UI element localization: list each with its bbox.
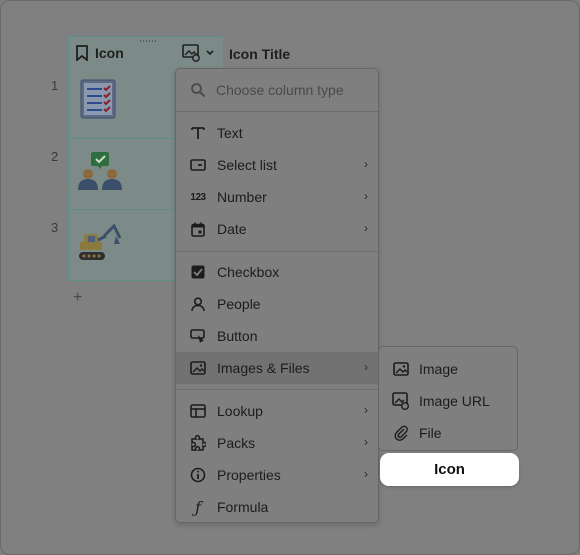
menu-item-label: Images & Files <box>217 360 310 376</box>
menu-item-label: Properties <box>217 467 281 483</box>
text-icon <box>189 124 207 142</box>
person-icon <box>189 295 207 313</box>
info-icon <box>189 466 207 484</box>
menu-item-label: Number <box>217 189 267 205</box>
number-icon: 123 <box>190 191 206 203</box>
menu-item-checkbox[interactable]: Checkbox <box>176 256 378 288</box>
bookmark-icon <box>75 44 89 61</box>
chevron-right-icon: › <box>364 360 368 374</box>
submenu-item-label: Image <box>419 361 458 377</box>
divider <box>176 251 378 252</box>
menu-item-label: People <box>217 296 261 312</box>
paperclip-icon <box>392 424 410 442</box>
lookup-icon <box>189 402 207 420</box>
menu-item-people[interactable]: People <box>176 288 378 320</box>
table-cell[interactable] <box>68 139 178 210</box>
puzzle-icon <box>189 434 207 452</box>
divider <box>176 389 378 390</box>
submenu-item-file[interactable]: File <box>379 417 517 449</box>
menu-item-label: Lookup <box>217 403 263 419</box>
menu-item-label: Checkbox <box>217 264 280 280</box>
drag-handle[interactable]: ⋯⋯ <box>139 37 157 46</box>
column-type-button[interactable] <box>182 44 215 62</box>
chevron-down-icon <box>205 48 215 58</box>
column-type-menu: Choose column type Text Select list › 12… <box>175 68 379 523</box>
menu-item-formula[interactable]: ƒ Formula <box>176 491 378 523</box>
chevron-right-icon: › <box>364 467 368 481</box>
image-icon <box>392 360 410 378</box>
chevron-right-icon: › <box>364 189 368 203</box>
images-files-submenu: Image Image URL File <box>378 346 518 451</box>
table-cell[interactable] <box>68 210 178 281</box>
divider <box>176 111 378 112</box>
menu-item-number[interactable]: 123 Number › <box>176 181 378 213</box>
search-icon <box>190 82 206 98</box>
menu-item-label: Date <box>217 221 247 237</box>
submenu-item-image[interactable]: Image <box>379 353 517 385</box>
add-row-button[interactable]: + <box>73 289 82 307</box>
submenu-item-label: Image URL <box>419 393 490 409</box>
table-cell[interactable] <box>68 68 178 139</box>
menu-item-label: Button <box>217 328 258 344</box>
column-header-icon[interactable]: ⋯⋯ Icon <box>68 36 224 68</box>
menu-item-label: Packs <box>217 435 256 451</box>
submenu-item-label: File <box>419 425 442 441</box>
chevron-right-icon: › <box>364 221 368 235</box>
button-icon <box>189 327 207 345</box>
column-type-search[interactable]: Choose column type <box>176 69 378 111</box>
checkbox-icon <box>189 263 207 281</box>
menu-item-button[interactable]: Button <box>176 320 378 352</box>
search-placeholder: Choose column type <box>216 82 344 98</box>
chevron-right-icon: › <box>364 403 368 417</box>
image-url-icon <box>182 44 202 62</box>
row-number: 3 <box>51 220 59 235</box>
menu-item-text[interactable]: Text <box>176 117 378 149</box>
calendar-icon <box>189 220 207 238</box>
menu-item-label: Select list <box>217 157 277 173</box>
image-icon <box>189 359 207 377</box>
row-number: 2 <box>51 149 59 164</box>
image-url-icon <box>392 392 410 410</box>
select-list-icon <box>189 156 207 174</box>
excavator-icon <box>78 222 122 262</box>
menu-item-date[interactable]: Date › <box>176 213 378 245</box>
row-number: 1 <box>51 78 59 93</box>
app-frame: ⋯⋯ Icon Icon Title 1 2 3 + Choose column… <box>0 0 580 555</box>
submenu-item-image-url[interactable]: Image URL <box>379 385 517 417</box>
column-title: Icon <box>95 44 124 61</box>
submenu-item-icon[interactable]: Icon <box>380 453 519 486</box>
approved-people-icon <box>77 151 123 191</box>
menu-item-packs[interactable]: Packs › <box>176 427 378 459</box>
menu-item-label: Text <box>217 125 243 141</box>
checklist-icon <box>80 79 116 119</box>
menu-item-images-files[interactable]: Images & Files › <box>176 352 378 384</box>
formula-icon: ƒ <box>195 497 201 517</box>
chevron-right-icon: › <box>364 435 368 449</box>
menu-item-properties[interactable]: Properties › <box>176 459 378 491</box>
column-header-icon-title[interactable]: Icon Title <box>229 46 290 62</box>
menu-item-select-list[interactable]: Select list › <box>176 149 378 181</box>
chevron-right-icon: › <box>364 157 368 171</box>
menu-item-lookup[interactable]: Lookup › <box>176 395 378 427</box>
menu-item-label: Formula <box>217 499 269 515</box>
